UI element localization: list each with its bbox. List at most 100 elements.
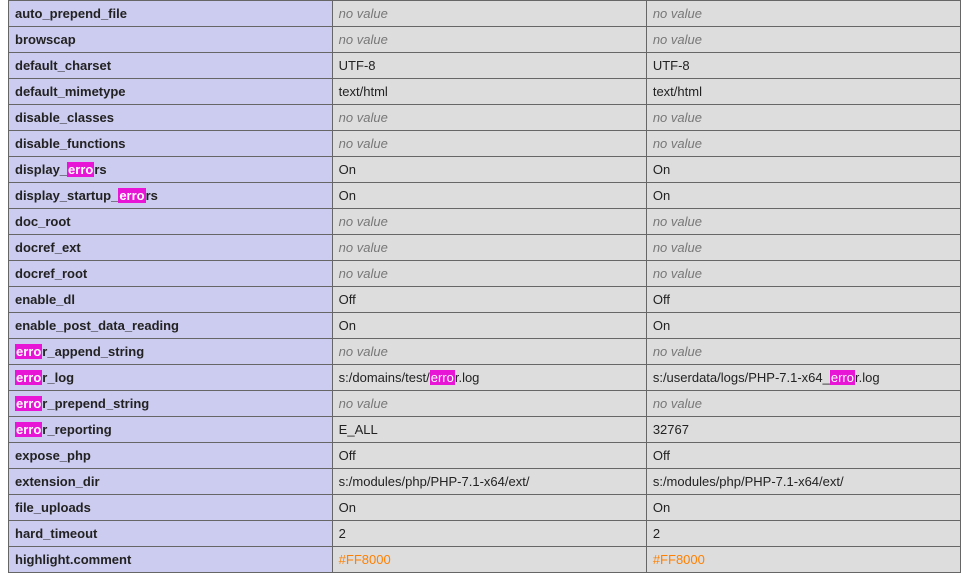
table-row: enable_post_data_readingOnOn xyxy=(9,313,961,339)
no-value-label: no value xyxy=(653,32,702,47)
local-value-cell: 2 xyxy=(332,521,646,547)
local-value-cell: s:/domains/test/error.log xyxy=(332,365,646,391)
table-row: extension_dirs:/modules/php/PHP-7.1-x64/… xyxy=(9,469,961,495)
directive-cell: auto_prepend_file xyxy=(9,1,333,27)
no-value-label: no value xyxy=(653,266,702,281)
master-value-cell: On xyxy=(646,313,960,339)
table-row: docref_root no value no value xyxy=(9,261,961,287)
no-value-label: no value xyxy=(653,344,702,359)
local-value-cell: text/html xyxy=(332,79,646,105)
local-value-cell: s:/modules/php/PHP-7.1-x64/ext/ xyxy=(332,469,646,495)
table-row: enable_dlOffOff xyxy=(9,287,961,313)
master-value-cell: no value xyxy=(646,131,960,157)
no-value-label: no value xyxy=(339,214,388,229)
directive-cell: browscap xyxy=(9,27,333,53)
directive-cell: disable_functions xyxy=(9,131,333,157)
table-row: display_errorsOnOn xyxy=(9,157,961,183)
table-row: docref_extno valueno value xyxy=(9,235,961,261)
no-value-label: no value xyxy=(339,136,388,151)
search-highlight: erro xyxy=(118,188,145,203)
table-row: auto_prepend_file no value no value xyxy=(9,1,961,27)
directive-cell: expose_php xyxy=(9,443,333,469)
no-value-label: no value xyxy=(653,136,702,151)
master-value-cell: no value xyxy=(646,339,960,365)
master-value-cell: no value xyxy=(646,27,960,53)
local-value-cell: no value xyxy=(332,339,646,365)
search-highlight: erro xyxy=(15,344,42,359)
table-row: disable_functions no value no value xyxy=(9,131,961,157)
local-value-cell: UTF-8 xyxy=(332,53,646,79)
master-value-cell: no value xyxy=(646,235,960,261)
phpinfo-table: auto_prepend_fileno valueno valuebrowsca… xyxy=(8,0,961,573)
search-highlight: erro xyxy=(15,422,42,437)
no-value-label: no value xyxy=(339,32,388,47)
local-value-cell: On xyxy=(332,183,646,209)
directive-cell: docref_root xyxy=(9,261,333,287)
directive-cell: doc_root xyxy=(9,209,333,235)
master-value-cell: Off xyxy=(646,287,960,313)
table-row: browscap no value no value xyxy=(9,27,961,53)
search-highlight: erro xyxy=(430,370,455,385)
master-value-cell: #FF8000 xyxy=(646,547,960,573)
color-value: #FF8000 xyxy=(653,552,705,567)
local-value-cell: On xyxy=(332,157,646,183)
local-value-cell: no value xyxy=(332,131,646,157)
directive-cell: disable_classes xyxy=(9,105,333,131)
master-value-cell: text/html xyxy=(646,79,960,105)
local-value-cell: Off xyxy=(332,443,646,469)
master-value-cell: UTF-8 xyxy=(646,53,960,79)
directive-cell: enable_post_data_reading xyxy=(9,313,333,339)
no-value-label: no value xyxy=(653,6,702,21)
search-highlight: erro xyxy=(15,370,42,385)
master-value-cell: On xyxy=(646,495,960,521)
no-value-label: no value xyxy=(653,240,702,255)
no-value-label: no value xyxy=(339,344,388,359)
no-value-label: no value xyxy=(653,110,702,125)
local-value-cell: no value xyxy=(332,105,646,131)
directive-cell: highlight.comment xyxy=(9,547,333,573)
local-value-cell: no value xyxy=(332,1,646,27)
local-value-cell: #FF8000 xyxy=(332,547,646,573)
table-row: disable_classes no value no value xyxy=(9,105,961,131)
no-value-label: no value xyxy=(653,396,702,411)
no-value-label: no value xyxy=(339,110,388,125)
no-value-label: no value xyxy=(339,266,388,281)
no-value-label: no value xyxy=(339,6,388,21)
directive-cell: display_errors xyxy=(9,157,333,183)
master-value-cell: no value xyxy=(646,105,960,131)
directive-cell: default_mimetype xyxy=(9,79,333,105)
directive-cell: extension_dir xyxy=(9,469,333,495)
master-value-cell: On xyxy=(646,183,960,209)
master-value-cell: 2 xyxy=(646,521,960,547)
master-value-cell: s:/userdata/logs/PHP-7.1-x64_error.log xyxy=(646,365,960,391)
table-row: error_reportingE_ALL32767 xyxy=(9,417,961,443)
master-value-cell: no value xyxy=(646,209,960,235)
master-value-cell: On xyxy=(646,157,960,183)
no-value-label: no value xyxy=(653,214,702,229)
search-highlight: erro xyxy=(15,396,42,411)
master-value-cell: no value xyxy=(646,261,960,287)
table-row: error_prepend_string no value no value xyxy=(9,391,961,417)
directive-cell: file_uploads xyxy=(9,495,333,521)
table-row: error_append_string no value no value xyxy=(9,339,961,365)
table-row: doc_root no value no value xyxy=(9,209,961,235)
directive-cell: error_reporting xyxy=(9,417,333,443)
master-value-cell: Off xyxy=(646,443,960,469)
local-value-cell: E_ALL xyxy=(332,417,646,443)
color-value: #FF8000 xyxy=(339,552,391,567)
local-value-cell: On xyxy=(332,495,646,521)
table-row: display_startup_errorsOnOn xyxy=(9,183,961,209)
master-value-cell: no value xyxy=(646,391,960,417)
directive-cell: error_append_string xyxy=(9,339,333,365)
local-value-cell: no value xyxy=(332,261,646,287)
table-row: default_mimetypetext/htmltext/html xyxy=(9,79,961,105)
no-value-label: no value xyxy=(339,396,388,411)
directive-cell: display_startup_errors xyxy=(9,183,333,209)
search-highlight: erro xyxy=(67,162,94,177)
search-highlight: erro xyxy=(830,370,855,385)
directive-cell: enable_dl xyxy=(9,287,333,313)
master-value-cell: no value xyxy=(646,1,960,27)
local-value-cell: no value xyxy=(332,391,646,417)
directive-cell: error_prepend_string xyxy=(9,391,333,417)
directive-cell: default_charset xyxy=(9,53,333,79)
